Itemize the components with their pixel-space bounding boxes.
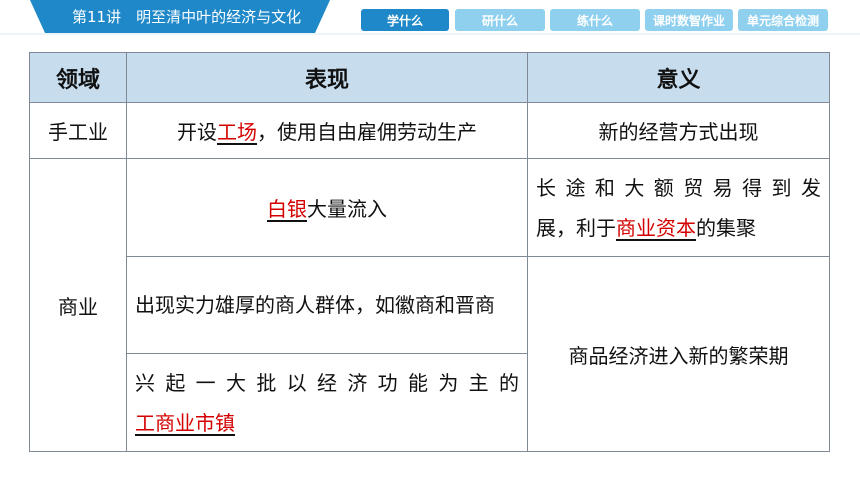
tab-practice[interactable]: 练什么 [550, 9, 640, 31]
towns-line1: 兴起一大批以经济功能为主的 [135, 370, 519, 395]
header-domain: 领域 [29, 52, 127, 103]
table-row-merchants: 出现实力雄厚的商人群体，如徽商和晋商 商品经济进入新的繁荣期 [30, 256, 830, 452]
table-row-silver: 商业 白银大量流入 长途和大额贸易得到发 展，利于商业资本的集聚 [29, 158, 830, 452]
performance-cell-merchants: 出现实力雄厚的商人群体，如徽商和晋商 [126, 256, 528, 354]
tab-research[interactable]: 研什么 [455, 9, 545, 31]
performance-cell-towns: 兴起一大批以经济功能为主的 工商业市镇 [126, 353, 528, 452]
silver-meaning-line2: 展，利于商业资本的集聚 [536, 208, 821, 248]
performance-cell-silver: 白银大量流入 [126, 158, 528, 257]
economy-table: 领域 表现 意义 手工业 开设工场，使用自由雇佣劳动生产 新的经营方式出现 商业… [29, 52, 830, 452]
lesson-title: 第11讲 明至清中叶的经济与文化 [72, 8, 302, 26]
towns-highlight: 工商业市镇 [135, 410, 235, 435]
performance-cell-handicraft: 开设工场，使用自由雇佣劳动生产 [126, 102, 528, 159]
top-navigation-bar: 第11讲 明至清中叶的经济与文化 学什么 研什么 练什么 课时数智作业 单元综合… [0, 0, 860, 36]
perf-highlight-workshop: 工场 [217, 120, 257, 144]
silver-meaning-line1: 长途和大额贸易得到发 [536, 175, 821, 200]
perf-text-prefix: 开设 [177, 120, 217, 144]
meaning-cell-handicraft: 新的经营方式出现 [527, 102, 830, 159]
towns-line2: 工商业市镇 [135, 403, 519, 443]
silver-meaning-prefix: 展，利于 [536, 215, 616, 240]
meaning-cell-merged: 商品经济进入新的繁荣期 [527, 256, 830, 452]
tab-homework[interactable]: 课时数智作业 [645, 9, 733, 31]
table-header-row: 领域 表现 意义 [29, 52, 830, 103]
header-divider [0, 33, 860, 35]
meaning-cell-silver: 长途和大额贸易得到发 展，利于商业资本的集聚 [527, 158, 830, 257]
header-performance: 表现 [126, 52, 528, 103]
silver-highlight: 白银 [267, 197, 307, 221]
perf-text-suffix: ，使用自由雇佣劳动生产 [257, 120, 477, 144]
silver-suffix: 大量流入 [307, 197, 387, 221]
table-row-handicraft: 手工业 开设工场，使用自由雇佣劳动生产 新的经营方式出现 [29, 102, 830, 159]
domain-cell-handicraft: 手工业 [29, 102, 127, 159]
silver-meaning-suffix: 的集聚 [696, 215, 756, 240]
tab-unit-test[interactable]: 单元综合检测 [738, 9, 828, 31]
tab-learn[interactable]: 学什么 [361, 9, 449, 31]
domain-cell-commerce: 商业 [29, 158, 127, 452]
header-meaning: 意义 [527, 52, 830, 103]
silver-meaning-highlight: 商业资本 [616, 215, 696, 240]
